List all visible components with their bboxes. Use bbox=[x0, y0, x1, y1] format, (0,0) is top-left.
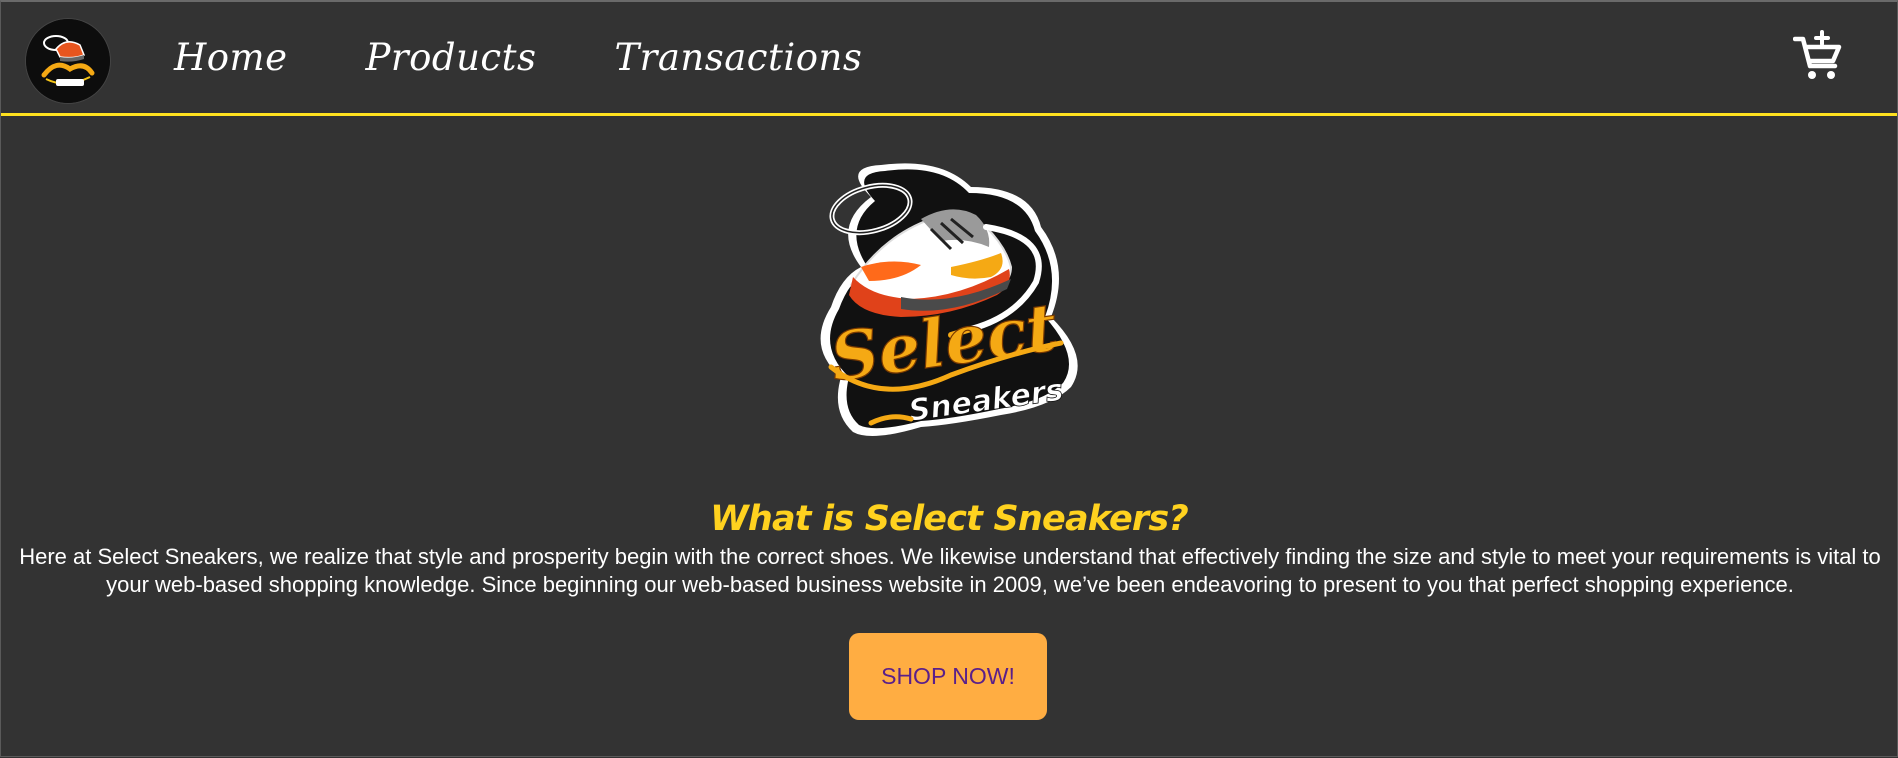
hero-title: What is Select Sneakers? bbox=[710, 499, 1189, 539]
nav-link-home[interactable]: Home bbox=[174, 30, 288, 86]
add-to-cart-button[interactable] bbox=[1792, 30, 1845, 82]
nav-link-products[interactable]: Products bbox=[366, 30, 537, 86]
top-navbar: Home Products Transactions bbox=[1, 2, 1897, 116]
nav-links: Home Products Transactions bbox=[174, 30, 862, 86]
hero-logo: Select Sneakers bbox=[820, 163, 1078, 436]
nav-link-transactions[interactable]: Transactions bbox=[614, 30, 862, 86]
sneaker-logo-icon bbox=[26, 19, 110, 103]
page: Home Products Transactions Select Sneake… bbox=[0, 0, 1898, 757]
brand-logo[interactable] bbox=[25, 18, 111, 104]
add-to-cart-icon bbox=[1792, 30, 1842, 79]
shop-now-button[interactable]: SHOP NOW! bbox=[849, 633, 1047, 720]
hero-description: Here at Select Sneakers, we realize that… bbox=[19, 544, 1881, 597]
